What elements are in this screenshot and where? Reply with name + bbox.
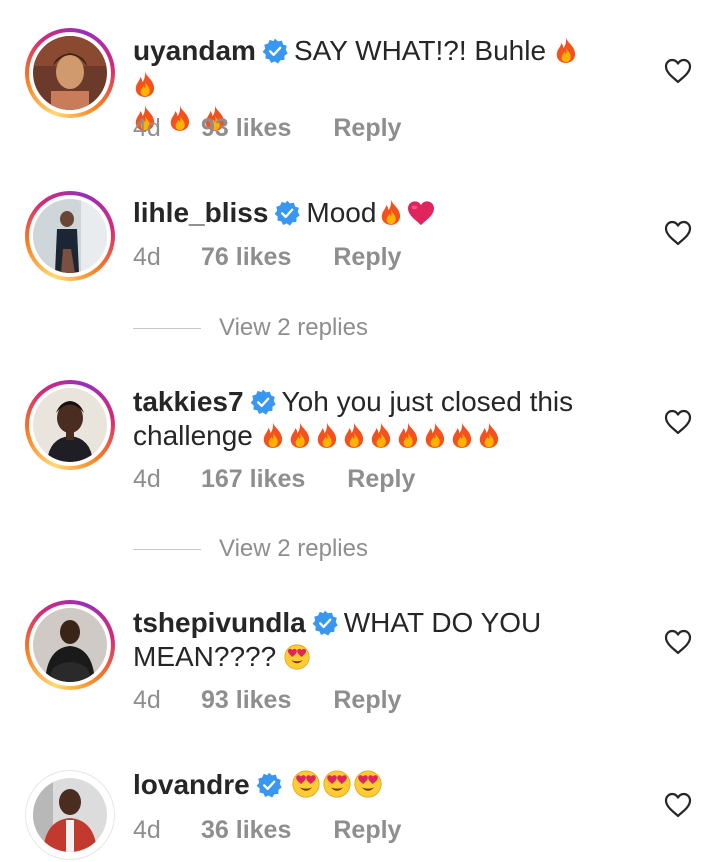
heart-outline-icon[interactable] — [664, 629, 692, 655]
heart-eyes-emoji — [323, 770, 351, 798]
comment-body-line2: challenge — [133, 420, 253, 451]
comment-username[interactable]: tshepivundla — [133, 607, 306, 638]
fire-emoji — [133, 70, 157, 98]
red-heart-emoji — [406, 200, 436, 226]
avatar — [33, 199, 107, 273]
comment-text: tshepivundla WHAT DO YOU MEAN???? — [133, 606, 593, 674]
fire-emoji — [423, 421, 447, 449]
comment-username[interactable]: lihle_bliss — [133, 197, 268, 228]
comment-time: 4d — [133, 242, 161, 271]
divider-line — [133, 327, 201, 329]
comment-meta: 4d 93 likes Reply — [133, 113, 401, 143]
comment-text: takkies7 Yoh you just closed this challen… — [133, 385, 593, 453]
comment-text: lihle_bliss Mood — [133, 196, 593, 230]
fire-emoji — [315, 421, 339, 449]
comment-body: Yoh you just closed this — [281, 386, 574, 417]
comment-meta: 4d 36 likes Reply — [133, 815, 401, 845]
fire-emoji — [288, 421, 312, 449]
reply-button[interactable]: Reply — [333, 243, 401, 272]
divider-line — [133, 548, 201, 550]
comment-username[interactable]: takkies7 — [133, 386, 244, 417]
verified-badge-icon — [256, 772, 282, 798]
verified-badge-icon — [262, 38, 288, 64]
view-replies-label: View 2 replies — [219, 535, 368, 562]
avatar-story-ring[interactable] — [25, 380, 115, 470]
comment-body: WHAT DO YOU — [343, 607, 542, 638]
reply-button[interactable]: Reply — [333, 114, 401, 143]
comment-username[interactable]: lovandre — [133, 769, 250, 800]
heart-outline-icon[interactable] — [664, 792, 692, 818]
fire-emoji — [450, 421, 474, 449]
fire-emoji — [396, 421, 420, 449]
comment-meta: 4d 76 likes Reply — [133, 242, 401, 272]
comment-username[interactable]: uyandam — [133, 35, 256, 66]
comment-time: 4d — [133, 685, 161, 714]
view-replies-button[interactable]: View 2 replies — [133, 313, 368, 343]
comment-time: 4d — [133, 464, 161, 493]
avatar — [33, 36, 107, 110]
heart-outline-icon[interactable] — [664, 409, 692, 435]
verified-badge-icon — [312, 610, 338, 636]
comment-likes[interactable]: 93 likes — [201, 686, 291, 715]
view-replies-button[interactable]: View 2 replies — [133, 534, 368, 564]
verified-badge-icon — [274, 200, 300, 226]
avatar-image — [33, 778, 107, 852]
comment-time: 4d — [133, 815, 161, 844]
comment-meta: 4d 167 likes Reply — [133, 464, 415, 494]
reply-button[interactable]: Reply — [347, 465, 415, 494]
comment-likes[interactable]: 167 likes — [201, 465, 305, 494]
heart-eyes-emoji — [354, 770, 382, 798]
fire-emoji — [477, 421, 501, 449]
comment-body-line2: MEAN???? — [133, 641, 277, 672]
fire-emoji — [342, 421, 366, 449]
comment-body: Mood — [306, 197, 377, 228]
heart-outline-icon[interactable] — [664, 220, 692, 246]
heart-outline-icon[interactable] — [664, 58, 692, 84]
avatar — [33, 608, 107, 682]
avatar[interactable] — [25, 770, 115, 860]
comment-time: 4d — [133, 113, 161, 142]
reply-button[interactable]: Reply — [333, 686, 401, 715]
avatar — [33, 388, 107, 462]
comment-body: SAY WHAT!?! Buhle — [293, 35, 547, 66]
verified-badge-icon — [250, 389, 276, 415]
fire-emoji — [369, 421, 393, 449]
avatar-story-ring[interactable] — [25, 28, 115, 118]
avatar-story-ring[interactable] — [25, 191, 115, 281]
heart-eyes-emoji — [284, 644, 310, 670]
fire-emoji — [554, 36, 578, 64]
reply-button[interactable]: Reply — [333, 816, 401, 845]
comment-meta: 4d 93 likes Reply — [133, 685, 401, 715]
comment-text: lovandre — [133, 768, 593, 802]
comment-likes[interactable]: 36 likes — [201, 816, 291, 845]
fire-emoji — [379, 198, 403, 226]
heart-eyes-emoji — [292, 770, 320, 798]
comment-likes[interactable]: 93 likes — [201, 114, 291, 143]
comment-likes[interactable]: 76 likes — [201, 243, 291, 272]
fire-emoji — [261, 421, 285, 449]
avatar-story-ring[interactable] — [25, 600, 115, 690]
view-replies-label: View 2 replies — [219, 314, 368, 341]
